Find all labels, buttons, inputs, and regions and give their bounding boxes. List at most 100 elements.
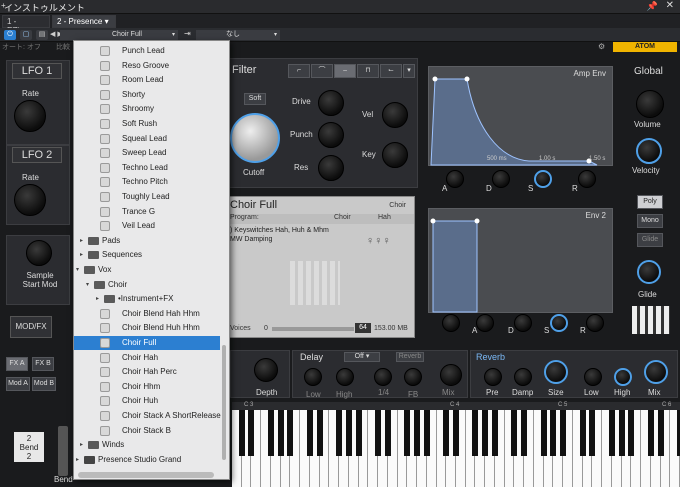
env2-a-knob[interactable] [476, 314, 494, 332]
mod-fx-button[interactable]: MOD/FX [10, 316, 52, 338]
tab-presence[interactable]: 2 - Presence ▾ [52, 15, 116, 28]
volume-knob[interactable] [636, 90, 664, 118]
compare-label[interactable]: 比較 [56, 42, 70, 52]
document-icon[interactable]: ▤ [36, 30, 48, 40]
preset-item[interactable]: Shorty [74, 88, 220, 102]
black-key[interactable] [443, 410, 450, 456]
notch-icon[interactable]: ⌒ [311, 64, 333, 78]
preset-item[interactable]: Punch Lead [74, 44, 220, 58]
res-knob[interactable] [318, 155, 344, 181]
black-key[interactable] [267, 410, 274, 456]
preset-item[interactable]: Sweep Lead [74, 146, 220, 160]
reverb-size-knob[interactable] [544, 360, 568, 384]
black-key[interactable] [521, 410, 528, 456]
chevron-right-icon[interactable]: ▸ [80, 248, 83, 262]
vel-knob[interactable] [382, 102, 408, 128]
black-key[interactable] [248, 410, 255, 456]
preset-item[interactable]: Reso Groove [74, 59, 220, 73]
black-key[interactable] [657, 410, 664, 456]
pulse-icon[interactable]: ⊓ [357, 64, 379, 78]
mod-a-tab[interactable]: Mod A [6, 377, 30, 391]
preset-selector[interactable]: Choir Full ▾ [60, 30, 178, 40]
preset-item[interactable]: Soft Rush [74, 117, 220, 131]
black-key[interactable] [345, 410, 352, 456]
fx-b-tab[interactable]: FX B [32, 357, 54, 371]
preset-item[interactable]: Shroomy [74, 102, 220, 116]
preset-item[interactable]: Choir Hah [74, 351, 220, 365]
env2-r-knob[interactable] [586, 314, 604, 332]
chevron-down-icon[interactable]: ▾ [86, 278, 89, 292]
pin-icon[interactable]: 📌 [647, 1, 658, 12]
lfo1-rate-knob[interactable] [14, 100, 46, 132]
preset-item[interactable]: Choir Hah Perc [74, 365, 220, 379]
lowpass-icon[interactable]: ⌐ [288, 64, 310, 78]
chevron-right-icon[interactable]: ▸ [80, 234, 83, 248]
amp-a-knob[interactable] [446, 170, 464, 188]
amp-r-knob[interactable] [578, 170, 596, 188]
dropdown-hscrollbar[interactable] [78, 472, 214, 478]
preset-item[interactable]: Choir Blend Huh Hhm [74, 321, 220, 335]
black-key[interactable] [316, 410, 323, 456]
amp-env-graph[interactable]: Amp Env 500 ms 1.00 s 1.50 s [428, 66, 613, 166]
mono-button[interactable]: Mono [637, 214, 663, 228]
folder-item[interactable]: ▸ Pads [74, 234, 220, 248]
delay-low-knob[interactable] [304, 368, 322, 386]
auto-off-label[interactable]: オート: オフ [2, 42, 41, 52]
black-key[interactable] [336, 410, 343, 456]
piano-keyboard[interactable] [232, 410, 680, 487]
lfo2-button[interactable]: LFO 2 [12, 147, 62, 163]
env2-delay-knob[interactable] [442, 314, 460, 332]
black-key[interactable] [511, 410, 518, 456]
preset-item[interactable]: Choir Blend Hah Hhm [74, 307, 220, 321]
preset-item[interactable]: Choir Stack B [74, 424, 220, 438]
reverb-high-knob[interactable] [614, 368, 632, 386]
reverb-pre-knob[interactable] [484, 368, 502, 386]
sample-start-knob[interactable] [26, 240, 52, 266]
gear-icon[interactable]: ⚙ [598, 42, 605, 51]
lfo2-rate-knob[interactable] [14, 184, 46, 216]
chevron-down-icon[interactable]: ▾ [403, 64, 415, 78]
delay-fb-knob[interactable] [404, 368, 422, 386]
reverb-damp-knob[interactable] [514, 368, 532, 386]
lfo1-button[interactable]: LFO 1 [12, 63, 62, 79]
preset-item[interactable]: Squeal Lead [74, 132, 220, 146]
black-key[interactable] [540, 410, 547, 456]
close-icon[interactable]: ✕ [666, 0, 674, 11]
glide-button[interactable]: Glide [637, 233, 663, 247]
delay-mode-select[interactable]: Off ▾ [344, 352, 380, 362]
black-key[interactable] [306, 410, 313, 456]
preset-item[interactable]: Trance G [74, 205, 220, 219]
velocity-knob[interactable] [636, 138, 662, 164]
reverb-sync-button[interactable]: Reverb [396, 352, 424, 362]
atom-badge[interactable]: ATOM [613, 42, 677, 52]
voices-slider[interactable] [272, 327, 354, 331]
sidechain-selector[interactable]: なし ▾ [196, 30, 280, 40]
power-icon[interactable]: ⏻ [4, 30, 16, 40]
delay-time-knob[interactable] [374, 368, 392, 386]
black-key[interactable] [608, 410, 615, 456]
black-key[interactable] [355, 410, 362, 456]
black-key[interactable] [287, 410, 294, 456]
preset-item[interactable]: Choir Huh [74, 394, 220, 408]
black-key[interactable] [375, 410, 382, 456]
amp-d-knob[interactable] [492, 170, 510, 188]
black-key[interactable] [482, 410, 489, 456]
dropdown-scrollbar[interactable] [222, 345, 226, 460]
reverb-low-knob[interactable] [584, 368, 602, 386]
mod-b-tab[interactable]: Mod B [32, 377, 56, 391]
preset-item[interactable]: Choir Hhm [74, 380, 220, 394]
black-key[interactable] [238, 410, 245, 456]
env2-d-knob[interactable] [514, 314, 532, 332]
cutoff-knob[interactable] [230, 113, 280, 163]
preset-item[interactable]: Techno Lead [74, 161, 220, 175]
black-key[interactable] [550, 410, 557, 456]
key-knob[interactable] [382, 142, 408, 168]
chevron-right-icon[interactable]: ▸ [96, 292, 99, 306]
folder-item[interactable]: ▸ Winds [74, 438, 220, 452]
monitor-icon[interactable]: ▢ [20, 30, 32, 40]
black-key[interactable] [423, 410, 430, 456]
chevron-right-icon[interactable]: ▸ [80, 438, 83, 452]
drive-knob[interactable] [318, 90, 344, 116]
preset-item[interactable]: Veil Lead [74, 219, 220, 233]
black-key[interactable] [647, 410, 654, 456]
